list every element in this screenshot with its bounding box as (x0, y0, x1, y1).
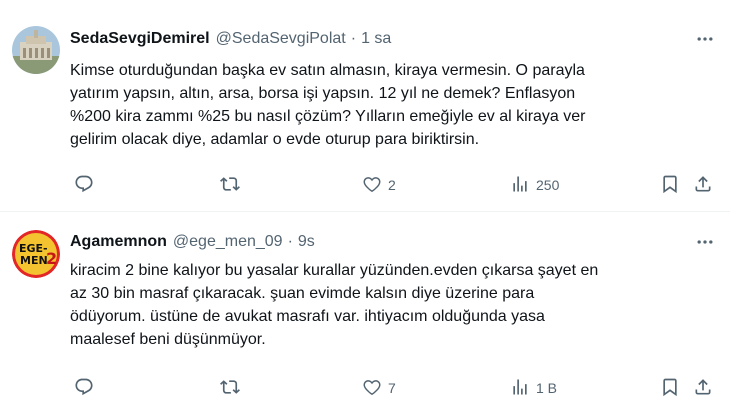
tweet-text: Kimse oturduğundan başka ev satın alması… (70, 62, 586, 148)
separator-dot: · (350, 30, 357, 47)
timestamp[interactable]: 1 sa (361, 30, 391, 48)
more-icon[interactable] (694, 231, 716, 253)
user-handle[interactable]: @SedaSevgiPolat (216, 30, 346, 48)
like-icon (362, 377, 382, 400)
tweet-text: kiracim 2 bine kalıyor bu yasalar kurall… (70, 262, 599, 348)
retweet-icon (220, 377, 240, 400)
timeline-feed: SedaSevgiDemirel @SedaSevgiPolat · 1 sa … (0, 0, 730, 420)
more-icon[interactable] (694, 28, 716, 50)
share-icon (693, 174, 713, 197)
like-count: 2 (388, 177, 396, 193)
tweet-header: SedaSevgiDemirel @SedaSevgiPolat · 1 sa (70, 28, 391, 50)
reply-icon (74, 174, 94, 197)
avatar[interactable] (12, 26, 60, 74)
like-count: 7 (388, 380, 396, 396)
tweet[interactable]: SedaSevgiDemirel @SedaSevgiPolat · 1 sa … (0, 0, 730, 212)
timestamp[interactable]: 9s (298, 233, 315, 251)
like-button[interactable]: 7 (362, 375, 396, 401)
views-count: 250 (536, 177, 560, 193)
share-button[interactable] (693, 172, 713, 198)
avatar[interactable]: EGE- MEN 2 (12, 230, 60, 278)
views-icon (510, 377, 530, 400)
share-icon (693, 377, 713, 400)
bookmark-button[interactable] (660, 375, 680, 401)
user-handle[interactable]: @ege_men_09 (173, 233, 283, 251)
tweet-actions: 2 250 (70, 172, 720, 198)
like-icon (362, 174, 382, 197)
tweet[interactable]: EGE- MEN 2 Agamemnon @ege_men_09 · 9s ki… (0, 213, 730, 420)
share-button[interactable] (693, 375, 713, 401)
reply-button[interactable] (74, 172, 100, 198)
svg-text:2: 2 (46, 249, 57, 268)
views-icon (510, 174, 530, 197)
display-name[interactable]: Agamemnon (70, 233, 167, 251)
retweet-button[interactable] (220, 172, 246, 198)
like-button[interactable]: 2 (362, 172, 396, 198)
retweet-button[interactable] (220, 375, 246, 401)
display-name[interactable]: SedaSevgiDemirel (70, 30, 210, 48)
reply-icon (74, 377, 94, 400)
separator-dot: · (287, 233, 293, 250)
bookmark-button[interactable] (660, 172, 680, 198)
views-button[interactable]: 1 B (510, 375, 557, 401)
tweet-actions: 7 1 B (70, 375, 720, 401)
reply-button[interactable] (74, 375, 100, 401)
views-button[interactable]: 250 (510, 172, 559, 198)
views-count: 1 B (536, 380, 558, 396)
bookmark-icon (660, 174, 680, 197)
bookmark-icon (660, 377, 680, 400)
retweet-icon (220, 174, 240, 197)
svg-text:MEN: MEN (20, 254, 48, 267)
tweet-header: Agamemnon @ege_men_09 · 9s (70, 231, 315, 253)
